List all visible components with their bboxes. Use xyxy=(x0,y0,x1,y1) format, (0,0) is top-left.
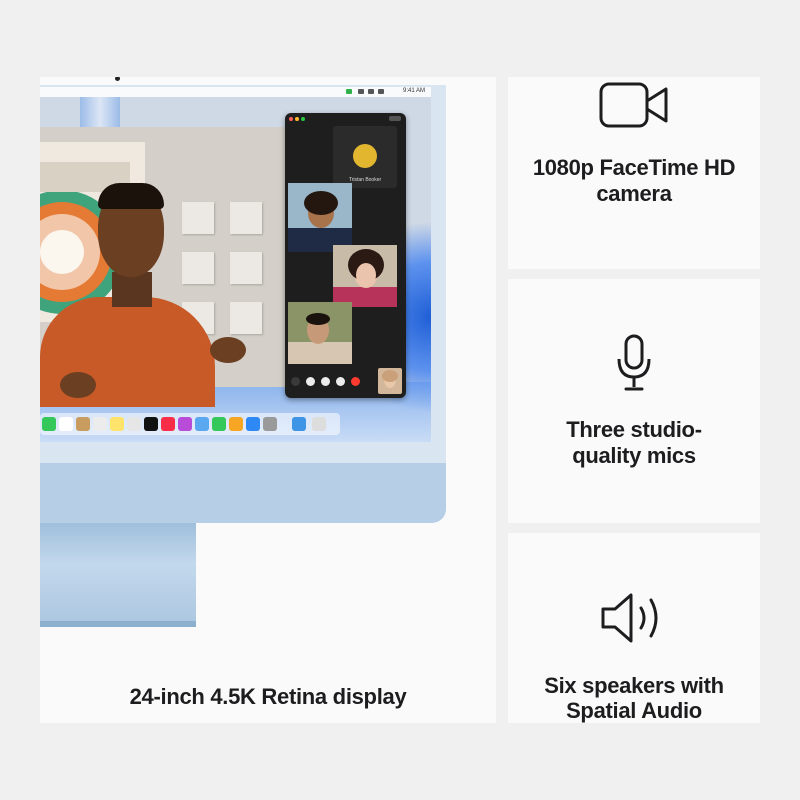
control-center-icon xyxy=(378,89,384,94)
facetime-tile-participant-2[interactable] xyxy=(333,245,397,307)
calendar-app-icon[interactable] xyxy=(59,417,73,431)
presenter-person xyxy=(40,183,270,407)
imac-screen: 9:41 AM Tristan Booker xyxy=(40,87,431,442)
imac-stand-foot xyxy=(40,621,196,627)
imac-stand xyxy=(40,523,196,627)
menu-bar-clock: 9:41 AM xyxy=(402,88,425,94)
downloads-folder-icon[interactable] xyxy=(292,417,306,431)
video-camera-icon xyxy=(599,82,668,128)
facetime-tile-participant-1[interactable] xyxy=(288,183,352,252)
contacts-app-icon[interactable] xyxy=(76,417,90,431)
podcasts-app-icon[interactable] xyxy=(178,417,192,431)
app-store-icon[interactable] xyxy=(246,417,260,431)
trash-icon[interactable] xyxy=(312,417,326,431)
minimize-window-icon[interactable] xyxy=(295,117,299,121)
numbers-app-icon[interactable] xyxy=(212,417,226,431)
facetime-status-icon xyxy=(346,89,352,94)
menu-bar: 9:41 AM xyxy=(40,87,431,97)
imac-illustration: 9:41 AM Tristan Booker xyxy=(40,77,446,627)
freeform-app-icon[interactable] xyxy=(127,417,141,431)
search-icon xyxy=(368,89,374,94)
facetime-app-icon[interactable] xyxy=(42,417,56,431)
imac-chin xyxy=(40,463,446,523)
imac-camera xyxy=(115,77,120,81)
system-settings-icon[interactable] xyxy=(263,417,277,431)
facetime-window[interactable]: Tristan Booker xyxy=(285,113,406,398)
facetime-tile-participant-3[interactable] xyxy=(288,302,352,364)
sidebar-button[interactable] xyxy=(291,377,300,386)
reminders-app-icon[interactable] xyxy=(93,417,107,431)
camera-feature-tile: 1080p FaceTime HD camera xyxy=(508,77,760,269)
music-app-icon[interactable] xyxy=(161,417,175,431)
dock[interactable] xyxy=(40,413,340,435)
speaker-icon xyxy=(601,593,658,643)
mics-caption-line1: Three studio- xyxy=(566,417,702,442)
camera-caption-line2: camera xyxy=(596,181,672,206)
notes-app-icon[interactable] xyxy=(110,417,124,431)
camera-caption-line1: 1080p FaceTime HD xyxy=(532,155,736,180)
speakers-caption-line2: Spatial Audio xyxy=(566,698,702,723)
contact-avatar xyxy=(353,144,377,168)
sidebar-toggle-icon[interactable] xyxy=(389,116,401,121)
speakers-feature-tile: Six speakers with Spatial Audio xyxy=(508,533,760,723)
facetime-tile-contact[interactable]: Tristan Booker xyxy=(333,126,397,188)
speakers-caption-line1: Six speakers with xyxy=(544,673,724,698)
end-call-button[interactable] xyxy=(351,377,360,386)
mics-feature-tile: Three studio- quality mics xyxy=(508,279,760,523)
mute-button[interactable] xyxy=(306,377,315,386)
keynote-app-icon[interactable] xyxy=(195,417,209,431)
microphone-icon xyxy=(617,334,651,391)
close-window-icon[interactable] xyxy=(289,117,293,121)
self-view-tile[interactable] xyxy=(378,368,402,394)
zoom-window-icon[interactable] xyxy=(301,117,305,121)
wifi-icon xyxy=(358,89,364,94)
pages-app-icon[interactable] xyxy=(229,417,243,431)
display-caption: 24-inch 4.5K Retina display xyxy=(129,684,407,709)
apple-tv-app-icon[interactable] xyxy=(144,417,158,431)
mics-caption-line2: quality mics xyxy=(572,443,696,468)
camera-toggle-button[interactable] xyxy=(321,377,330,386)
display-feature-tile: 9:41 AM Tristan Booker 24-inch 4.5K Reti… xyxy=(40,77,496,723)
share-screen-button[interactable] xyxy=(336,377,345,386)
